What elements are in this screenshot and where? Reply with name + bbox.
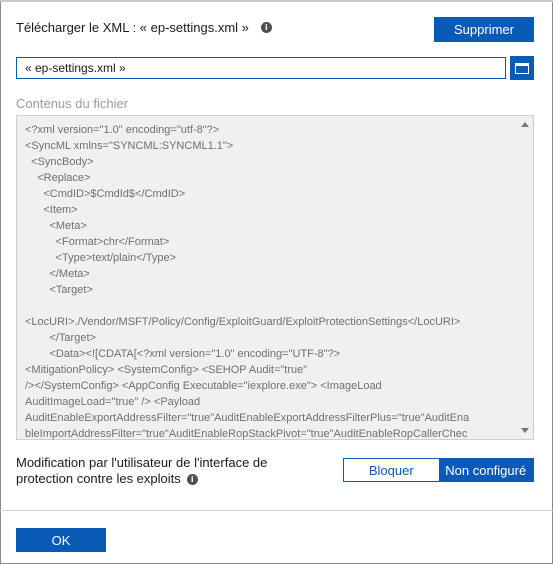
upload-title: Télécharger le XML : « ep-settings.xml » [16, 20, 249, 35]
code-line: /></SystemConfig> <AppConfig Executable=… [25, 380, 382, 392]
code-line: <?xml version="1.0" encoding="utf-8"?> [25, 124, 220, 136]
code-line: <Format>chr</Format> [25, 236, 170, 248]
protection-label-line2-row: protection contre les exploits i [16, 471, 306, 487]
code-line: <Replace> [25, 172, 91, 184]
footer-divider [0, 510, 553, 511]
protection-setting-label: Modification par l'utilisateur de l'inte… [16, 455, 306, 487]
code-line: <Target> [25, 284, 93, 296]
code-line: AuditImageLoad="true" /> <Payload [25, 396, 201, 408]
code-line: <SyncML xmlns="SYNCML:SYNCML1.1"> [25, 140, 234, 152]
code-line: AuditEnableExportAddressFilter="true"Aud… [25, 412, 470, 424]
protection-label-line2: protection contre les exploits [16, 471, 181, 486]
code-line: </Meta> [25, 268, 90, 280]
toggle-not-configured[interactable]: Non configuré [438, 459, 533, 481]
browse-button[interactable] [510, 56, 534, 80]
code-line: <Type>text/plain</Type> [25, 252, 177, 264]
chevron-down-icon[interactable] [521, 428, 529, 433]
file-contents-textarea[interactable]: <?xml version="1.0" encoding="utf-8"?> <S… [16, 115, 534, 440]
file-name-input[interactable]: « ep-settings.xml » [16, 57, 506, 79]
code-line: <Item> [25, 204, 78, 216]
code-line: <Meta> [25, 220, 87, 232]
protection-label-line1: Modification par l'utilisateur de l'inte… [16, 455, 268, 470]
folder-icon [515, 62, 529, 74]
info-icon[interactable]: i [260, 22, 272, 33]
toggle-block[interactable]: Bloquer [344, 459, 439, 481]
code-line: <LocURI>./Vendor/MSFT/Policy/Config/Expl… [25, 316, 461, 328]
delete-button[interactable]: Supprimer [434, 17, 534, 42]
info-icon[interactable]: i [186, 474, 198, 486]
chevron-up-icon[interactable] [521, 122, 529, 127]
protection-toggle: Bloquer Non configuré [343, 458, 534, 482]
code-line: <MitigationPolicy> <SystemConfig> <SEHOP… [25, 364, 308, 376]
file-contents-label: Contenus du fichier [16, 96, 129, 111]
code-line: <Data><![CDATA[<?xml version="1.0" encod… [25, 348, 341, 360]
code-line: <SyncBody> [25, 156, 94, 168]
ok-button[interactable]: OK [16, 528, 106, 552]
code-line: <CmdID>$CmdId$</CmdID> [25, 188, 186, 200]
upload-title-row: Télécharger le XML : « ep-settings.xml »… [16, 20, 272, 35]
file-contents-text: <?xml version="1.0" encoding="utf-8"?> <S… [25, 122, 519, 442]
top-strip [0, 0, 553, 2]
code-line: bleImportAddressFilter="true"AuditEnable… [25, 428, 468, 440]
code-line: </Target> [25, 332, 96, 344]
textarea-scrollbar[interactable] [518, 117, 532, 438]
